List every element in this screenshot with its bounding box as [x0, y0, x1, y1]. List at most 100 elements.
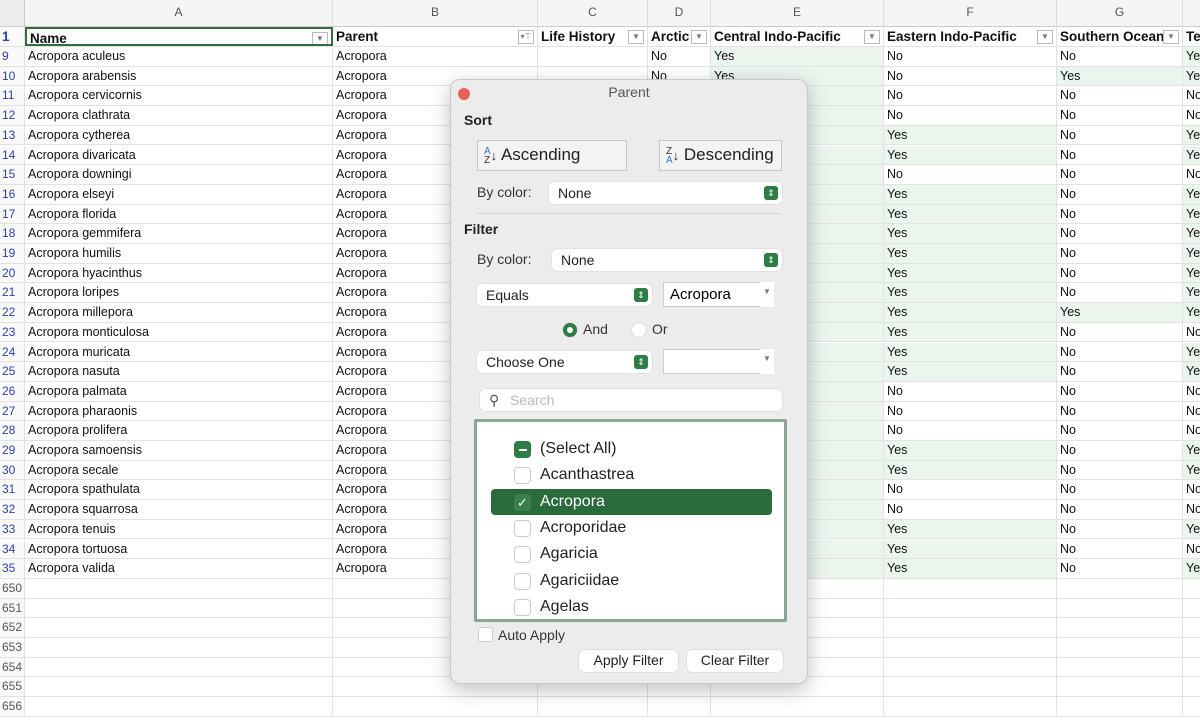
sort-by-color-select[interactable]: None ⇕	[549, 182, 782, 204]
filter-list-item[interactable]: Agaricia	[491, 541, 772, 567]
cell[interactable]: No	[884, 106, 1057, 125]
clear-filter-button[interactable]: Clear Filter	[687, 650, 783, 672]
filter-dropdown-icon[interactable]: ▼	[628, 30, 644, 44]
row-number[interactable]: 15	[0, 165, 25, 184]
cell[interactable]: Acropora prolifera	[25, 421, 333, 440]
cell[interactable]: Yes	[884, 559, 1057, 578]
cell[interactable]: Yes	[884, 224, 1057, 243]
cell[interactable]: No	[1183, 480, 1200, 499]
cell[interactable]: No	[1057, 519, 1183, 539]
cell[interactable]: No	[1057, 460, 1183, 480]
cell[interactable]: Yes	[1057, 66, 1183, 86]
cell[interactable]	[25, 618, 333, 637]
header-cell[interactable]: Name ▼	[25, 27, 333, 46]
cell[interactable]: No	[1057, 559, 1183, 578]
cell[interactable]: Acropora squarrosa	[25, 500, 333, 519]
row-number[interactable]: 652	[0, 618, 25, 637]
cell[interactable]: No	[1057, 86, 1183, 106]
cell[interactable]: Acropora clathrata	[25, 106, 333, 125]
cell[interactable]: Acropora downingi	[25, 165, 333, 184]
filter-dropdown-icon[interactable]: ▼	[1037, 30, 1053, 44]
column-header[interactable]: E	[711, 0, 884, 27]
cell[interactable]: No	[1057, 165, 1183, 184]
cell[interactable]: Yes	[884, 362, 1057, 381]
and-radio[interactable]	[563, 323, 577, 337]
cell[interactable]	[1057, 697, 1183, 716]
row-number[interactable]: 23	[0, 322, 25, 342]
cell[interactable]: No	[1057, 184, 1183, 204]
header-cell[interactable]: Central Indo-Pacific ▼	[711, 27, 884, 46]
cell[interactable]: Yes	[884, 539, 1057, 559]
cell[interactable]	[884, 618, 1057, 637]
header-cell[interactable]: Parent ▾⊤	[333, 27, 538, 46]
row-number[interactable]: 10	[0, 66, 25, 86]
filter-list-item[interactable]: Acroporidae	[491, 515, 772, 541]
cell[interactable]: No	[1057, 106, 1183, 125]
cell[interactable]: Yes	[884, 303, 1057, 322]
row-number[interactable]: 27	[0, 401, 25, 421]
cell[interactable]: Yes	[884, 460, 1057, 480]
cell[interactable]: No	[1183, 165, 1200, 184]
row-number[interactable]: 654	[0, 657, 25, 677]
cell[interactable]	[538, 697, 648, 716]
cell[interactable]	[1183, 658, 1200, 677]
row-number[interactable]: 33	[0, 519, 25, 539]
filter-list-item[interactable]: Agelas	[491, 594, 772, 620]
row-number[interactable]: 1	[0, 27, 25, 46]
column-header[interactable]: G	[1057, 0, 1183, 27]
cell[interactable]: No	[1057, 47, 1183, 66]
row-number[interactable]: 651	[0, 598, 25, 618]
cell[interactable]: Acropora pharaonis	[25, 401, 333, 421]
cell[interactable]: Acropora cervicornis	[25, 86, 333, 106]
cell[interactable]: Acropora loripes	[25, 283, 333, 303]
cell[interactable]	[1183, 579, 1200, 598]
header-cell[interactable]: Eastern Indo-Pacific ▼	[884, 27, 1057, 46]
header-cell[interactable]: Arctic ▼	[648, 27, 711, 46]
cell[interactable]: Yes	[884, 125, 1057, 145]
filter-dropdown-icon[interactable]: ▼	[312, 32, 328, 44]
cell[interactable]: Acropora spathulata	[25, 480, 333, 500]
cell[interactable]: No	[1057, 322, 1183, 342]
cell[interactable]: Yes	[1183, 283, 1200, 303]
cell[interactable]: No	[1057, 421, 1183, 440]
cell[interactable]	[884, 657, 1057, 677]
checkbox[interactable]	[514, 572, 531, 590]
cell[interactable]: Acropora muricata	[25, 342, 333, 362]
cell[interactable]	[884, 578, 1057, 598]
cell[interactable]	[648, 697, 711, 716]
cell[interactable]: No	[1057, 125, 1183, 145]
checkbox[interactable]	[514, 441, 531, 458]
cell[interactable]: No	[1057, 263, 1183, 283]
condition2-select[interactable]: Choose One ⇕	[477, 351, 652, 373]
cell[interactable]: Acropora aculeus	[25, 47, 333, 66]
column-header[interactable]: C	[538, 0, 648, 27]
cell[interactable]: Yes	[884, 283, 1057, 303]
checkbox[interactable]	[514, 519, 531, 537]
cell[interactable]	[884, 697, 1057, 716]
cell[interactable]: No	[1183, 382, 1200, 401]
cell[interactable]: Yes	[1183, 125, 1200, 145]
cell[interactable]: Acropora elseyi	[25, 184, 333, 204]
row-number[interactable]: 653	[0, 638, 25, 657]
row-number[interactable]: 650	[0, 578, 25, 598]
cell[interactable]: No	[1183, 500, 1200, 519]
cell[interactable]: No	[1057, 539, 1183, 559]
cell[interactable]: Yes	[1183, 145, 1200, 165]
cell[interactable]	[1183, 618, 1200, 637]
row-number[interactable]: 12	[0, 106, 25, 125]
cell[interactable]: Yes	[884, 342, 1057, 362]
cell[interactable]	[1057, 638, 1183, 657]
filter-dropdown-icon[interactable]: ▼	[1163, 30, 1179, 44]
search-input[interactable]: ⚲ Search	[480, 389, 782, 411]
cell[interactable]: Acropora	[333, 47, 538, 66]
cell[interactable]: Yes	[1183, 66, 1200, 86]
cell[interactable]: Yes	[1183, 263, 1200, 283]
cell[interactable]: Yes	[1183, 559, 1200, 578]
cell[interactable]: No	[1057, 362, 1183, 381]
row-number[interactable]: 25	[0, 362, 25, 381]
row-number[interactable]: 14	[0, 145, 25, 165]
cell[interactable]: Yes	[884, 145, 1057, 165]
chevron-down-icon[interactable]: ▼	[760, 349, 774, 374]
cell[interactable]: Acropora tortuosa	[25, 539, 333, 559]
cell[interactable]: Acropora monticulosa	[25, 322, 333, 342]
